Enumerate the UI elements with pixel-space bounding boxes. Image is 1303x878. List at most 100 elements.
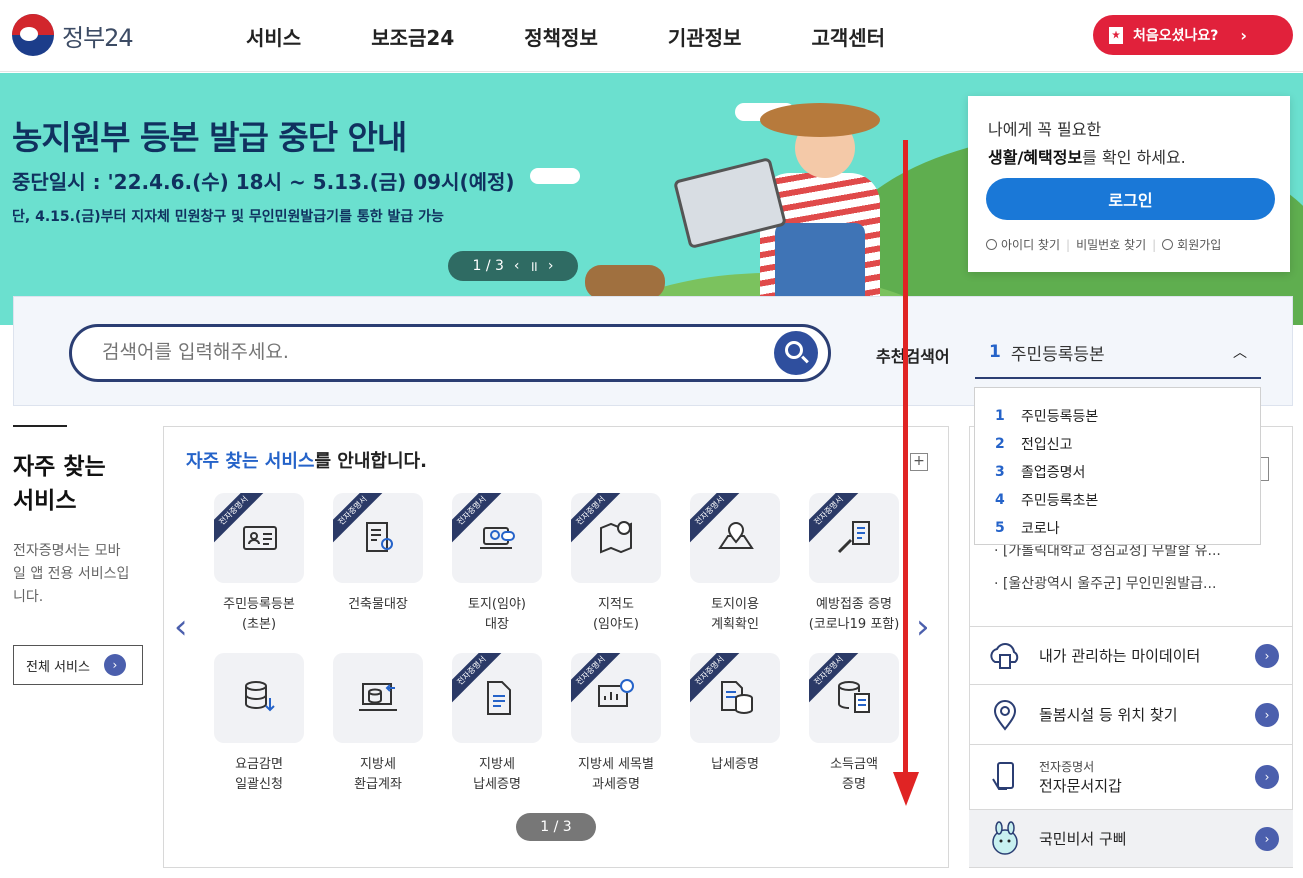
service-tile[interactable]: 전자증명서: [690, 493, 780, 583]
term: 졸업증명서: [1021, 465, 1086, 481]
term: 전입신고: [1021, 437, 1073, 453]
service-item[interactable]: 전자증명서 토지이용 계획확인: [685, 493, 785, 635]
quick-link-mydata[interactable]: 내가 관리하는 마이데이터 ›: [969, 626, 1293, 684]
taegeuk-logo-icon: [12, 14, 54, 56]
news-text: [울산광역시 울주군] 무인민원발급...: [1002, 576, 1217, 592]
land-laptop-icon: [478, 518, 518, 558]
service-tile[interactable]: [214, 653, 304, 743]
search-button[interactable]: [774, 331, 818, 375]
logo-text: 정부24: [62, 23, 134, 52]
service-label: 예방접종 증명 (코로나19 포함): [808, 597, 900, 632]
header: 정부24 서비스 보조금24 정책정보 기관정보 고객센터 처음오셨나요? ›: [0, 0, 1303, 72]
quick-link-care-location[interactable]: 돌봄시설 등 위치 찾기 ›: [969, 684, 1293, 744]
service-tile[interactable]: 전자증명서: [571, 653, 661, 743]
prev-slide-icon[interactable]: ‹: [514, 258, 520, 274]
service-item[interactable]: 전자증명서지방세 납세증명: [447, 653, 547, 795]
banner-note: 단, 4.15.(금)부터 지자체 민원창구 및 무인민원발급기를 통한 발급 …: [12, 209, 444, 225]
service-item[interactable]: 전자증명서지방세 세목별 과세증명: [566, 653, 666, 795]
plus-icon[interactable]: +: [910, 453, 928, 471]
quick-link-sublabel: 전자증명서: [1039, 760, 1095, 774]
nav-item-customer[interactable]: 고객센터: [811, 22, 885, 51]
service-label: 지적도 (임야도): [592, 597, 640, 632]
arrow-right-icon: ›: [1255, 702, 1279, 727]
nav-item-subsidy[interactable]: 보조금24: [371, 22, 454, 51]
service-tile[interactable]: 전자증명서: [809, 493, 899, 583]
service-label: 납세증명: [711, 757, 759, 772]
service-item[interactable]: 전자증명서예방접종 증명 (코로나19 포함): [804, 493, 904, 635]
find-password-link[interactable]: 비밀번호 찾기: [1076, 236, 1146, 253]
divider: |: [1066, 237, 1071, 252]
find-id-label: 아이디 찾기: [1001, 238, 1061, 252]
service-tile[interactable]: 전자증명서: [214, 493, 304, 583]
frequent-services-desc: 전자증명서는 모바일 앱 전용 서비스입니다.: [13, 543, 130, 605]
quick-link-gubbi[interactable]: 국민비서 구삐 ›: [969, 809, 1293, 867]
search-icon: [785, 341, 803, 359]
quick-link-label: 돌봄시설 등 위치 찾기: [1039, 706, 1178, 724]
main-nav: 서비스 보조금24 정책정보 기관정보 고객센터: [246, 22, 955, 51]
search-input[interactable]: [102, 341, 752, 363]
login-intro-line2: 생활/혜택정보를 확인 하세요.: [988, 144, 1186, 168]
arrow-right-icon: ›: [1255, 826, 1279, 851]
next-slide-icon[interactable]: ›: [548, 258, 554, 274]
frequent-services-title: 자주 찾는 서비스: [13, 454, 106, 514]
all-services-button[interactable]: 전체 서비스 ›: [13, 645, 143, 685]
map-pin-icon: [716, 518, 756, 558]
pause-icon[interactable]: ॥: [530, 257, 538, 276]
id-card-icon: [240, 518, 280, 558]
nav-item-services[interactable]: 서비스: [246, 22, 301, 51]
news-more-icon[interactable]: [1260, 457, 1269, 481]
lock-icon: [986, 239, 997, 250]
service-item[interactable]: 전자증명서 소득금액 증명: [804, 653, 904, 795]
service-item[interactable]: 전자증명서 토지(임야) 대장: [447, 493, 547, 635]
all-services-label: 전체 서비스: [26, 659, 90, 675]
database-document-icon: [835, 678, 875, 718]
recommended-item[interactable]: 4 주민등록초본: [975, 486, 1260, 514]
signup-link[interactable]: 회원가입: [1162, 236, 1221, 253]
news-item[interactable]: · [울산광역시 울주군] 무인민원발급...: [994, 573, 1269, 593]
service-tile[interactable]: 전자증명서: [690, 653, 780, 743]
search-icon-handle: [801, 355, 809, 364]
first-visit-label: 처음오셨나요?: [1133, 28, 1219, 44]
arrow-right-icon: ›: [103, 654, 126, 676]
carousel-next-icon[interactable]: ›: [916, 607, 930, 647]
recommended-item[interactable]: 1 주민등록등본: [975, 402, 1260, 430]
red-arrow-annotation: [903, 140, 908, 780]
services-heading: 자주 찾는 서비스를 안내합니다.: [186, 447, 427, 473]
banner-title: 농지원부 등본 발급 중단 안내: [12, 118, 407, 157]
service-item[interactable]: 전자증명서지적도 (임야도): [566, 493, 666, 635]
service-item[interactable]: 지방세 환급계좌: [328, 653, 428, 795]
service-tile[interactable]: 전자증명서: [809, 653, 899, 743]
recommended-item[interactable]: 5 코로나: [975, 514, 1260, 542]
recommended-select[interactable]: 1 주민등록등본 ︿: [975, 327, 1261, 379]
service-tile[interactable]: 전자증명서: [452, 493, 542, 583]
banner-date: 중단일시 : '22.4.6.(수) 18시 ~ 5.13.(금) 09시(예정…: [12, 170, 515, 194]
recommended-item[interactable]: 2 전입신고: [975, 430, 1260, 458]
service-label: 지방세 세목별 과세증명: [578, 757, 654, 792]
carousel-prev-icon[interactable]: ‹: [174, 607, 188, 647]
first-visit-button[interactable]: 처음오셨나요? ›: [1093, 15, 1293, 55]
service-item[interactable]: 요금감면 일괄신청: [209, 653, 309, 795]
login-button[interactable]: 로그인: [986, 178, 1275, 220]
service-item[interactable]: 전자증명서납세증명: [685, 653, 785, 775]
service-label: 건축물대장: [348, 597, 408, 612]
recommended-item[interactable]: 3 졸업증명서: [975, 458, 1260, 486]
term: 주민등록등본: [1021, 409, 1099, 425]
service-item[interactable]: 전자증명서 주민등록등본 (초본): [209, 493, 309, 635]
service-tile[interactable]: 전자증명서: [571, 493, 661, 583]
service-tile[interactable]: 전자증명서: [452, 653, 542, 743]
quick-link-e-wallet[interactable]: 전자증명서 전자문서지갑 ›: [969, 744, 1293, 809]
chevron-up-icon[interactable]: ︿: [1233, 342, 1247, 362]
nav-item-agency[interactable]: 기관정보: [668, 22, 742, 51]
service-label: 지방세 납세증명: [473, 757, 521, 792]
service-item[interactable]: 전자증명서건축물대장: [328, 493, 428, 615]
search-box: [69, 324, 831, 382]
presentation-search-icon: [597, 678, 637, 718]
syringe-icon: [835, 518, 875, 558]
service-tile[interactable]: 전자증명서: [333, 493, 423, 583]
gov24-logo[interactable]: 정부24: [12, 14, 134, 56]
divider: |: [1152, 237, 1157, 252]
nav-item-policy[interactable]: 정책정보: [524, 22, 598, 51]
bookmark-star-icon: [1109, 26, 1123, 44]
find-id-link[interactable]: 아이디 찾기: [986, 236, 1060, 253]
service-tile[interactable]: [333, 653, 423, 743]
